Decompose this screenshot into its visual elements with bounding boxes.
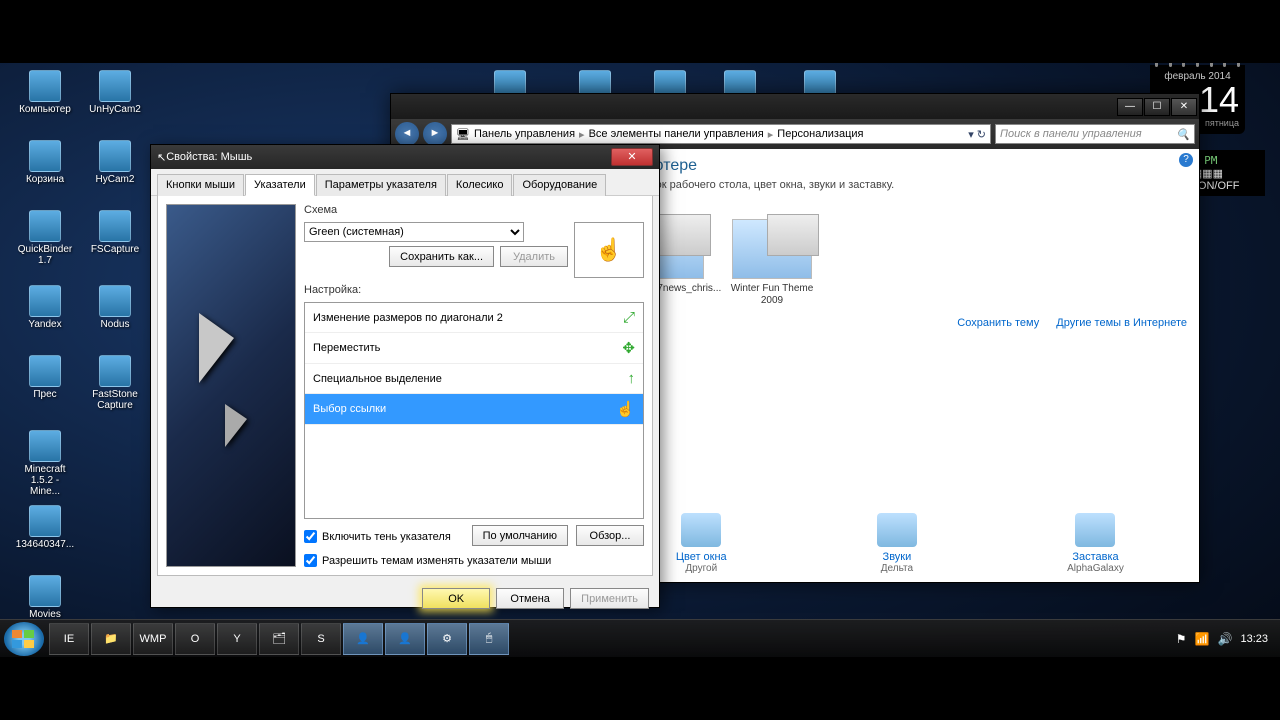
dialog-title: Свойства: Мышь	[166, 151, 252, 163]
personalization-option[interactable]: ЗаставкаAlphaGalaxy	[1067, 513, 1124, 574]
breadcrumb[interactable]: Панель управления	[474, 128, 575, 140]
desktop-icon[interactable]: Movies	[15, 575, 75, 620]
save-theme-link[interactable]: Сохранить тему	[957, 317, 1039, 329]
allow-themes-checkbox[interactable]: Разрешить темам изменять указатели мыши	[304, 554, 644, 567]
desktop-icon[interactable]: FastStone Capture	[85, 355, 145, 411]
start-button[interactable]	[4, 622, 44, 656]
volume-icon[interactable]: 🔊	[1218, 632, 1233, 646]
mouse-properties-dialog: ↖ Свойства: Мышь ✕ Кнопки мышиУказателиП…	[150, 144, 660, 608]
scheme-label: Схема	[304, 204, 644, 216]
taskbar-button[interactable]: S	[301, 623, 341, 655]
desktop: КомпьютерUnHyCam2КорзинаHyCam2QuickBinde…	[0, 0, 1280, 720]
tab[interactable]: Кнопки мыши	[157, 174, 244, 196]
close-button[interactable]: ✕	[611, 148, 653, 166]
taskbar-button[interactable]: 🖱	[469, 623, 509, 655]
taskbar: IE📁WMPOY🗂S👤👤⚙🖱 ⚑ 📶 🔊 13:23	[0, 619, 1280, 657]
hand-icon: ☝	[595, 237, 622, 263]
apply-button[interactable]: Применить	[570, 588, 649, 609]
theme-item[interactable]: Winter Fun Theme 2009	[727, 219, 817, 307]
desktop-icon[interactable]: QuickBinder 1.7	[15, 210, 75, 266]
search-input[interactable]: Поиск в панели управления🔍	[995, 124, 1195, 144]
desktop-icon[interactable]: HyCam2	[85, 140, 145, 185]
taskbar-button[interactable]: ⚙	[427, 623, 467, 655]
cursor-row[interactable]: Выбор ссылки☝	[305, 394, 643, 425]
system-tray[interactable]: ⚑ 📶 🔊 13:23	[1168, 632, 1276, 646]
breadcrumb[interactable]: Персонализация	[777, 128, 863, 140]
dialog-titlebar[interactable]: ↖ Свойства: Мышь ✕	[151, 145, 659, 169]
personalization-option[interactable]: Цвет окнаДругой	[676, 513, 727, 574]
desktop-icon[interactable]: UnHyCam2	[85, 70, 145, 115]
more-themes-link[interactable]: Другие темы в Интернете	[1056, 317, 1187, 329]
default-button[interactable]: По умолчанию	[472, 525, 568, 546]
help-icon[interactable]: ?	[1179, 153, 1193, 167]
close-button[interactable]: ✕	[1171, 98, 1197, 116]
cursor-row[interactable]: Специальное выделение↑	[305, 364, 643, 394]
tab[interactable]: Параметры указателя	[316, 174, 446, 196]
minimize-button[interactable]: —	[1117, 98, 1143, 116]
desktop-icon[interactable]: Прес	[15, 355, 75, 400]
taskbar-button[interactable]: 👤	[343, 623, 383, 655]
address-bar[interactable]: 🖥 Панель управления▸ Все элементы панели…	[451, 124, 991, 144]
taskbar-button[interactable]: IE	[49, 623, 89, 655]
taskbar-clock[interactable]: 13:23	[1240, 633, 1268, 645]
explorer-titlebar[interactable]: — ☐ ✕	[391, 94, 1199, 119]
taskbar-button[interactable]: 🗂	[259, 623, 299, 655]
forward-button[interactable]: ►	[423, 122, 447, 146]
cancel-button[interactable]: Отмена	[496, 588, 564, 609]
taskbar-button[interactable]: 👤	[385, 623, 425, 655]
tab[interactable]: Колесико	[447, 174, 513, 196]
cursor-list[interactable]: Изменение размеров по диагонали 2⤢Переме…	[304, 302, 644, 519]
desktop-icon[interactable]: Minecraft 1.5.2 - Mine...	[15, 430, 75, 497]
cursor-sample: ☝	[574, 222, 644, 278]
maximize-button[interactable]: ☐	[1144, 98, 1170, 116]
desktop-icon[interactable]: Корзина	[15, 140, 75, 185]
browse-button[interactable]: Обзор...	[576, 525, 644, 546]
desktop-icon[interactable]: Компьютер	[15, 70, 75, 115]
delete-button[interactable]: Удалить	[500, 246, 568, 267]
ok-button[interactable]: OK	[422, 588, 490, 609]
taskbar-button[interactable]: WMP	[133, 623, 173, 655]
cursor-row[interactable]: Переместить✥	[305, 333, 643, 364]
cursor-preview	[166, 204, 296, 567]
taskbar-button[interactable]: Y	[217, 623, 257, 655]
cursor-icon: ↖	[157, 151, 166, 164]
taskbar-button[interactable]: 📁	[91, 623, 131, 655]
shadow-checkbox[interactable]: Включить тень указателя	[304, 530, 451, 543]
desktop-icon[interactable]: Yandex	[15, 285, 75, 330]
network-icon[interactable]: 📶	[1195, 632, 1210, 646]
flag-icon[interactable]: ⚑	[1176, 632, 1187, 646]
scheme-select[interactable]: Green (системная)	[304, 222, 524, 242]
back-button[interactable]: ◄	[395, 122, 419, 146]
tab[interactable]: Указатели	[245, 174, 315, 196]
cursor-row[interactable]: Изменение размеров по диагонали 2⤢	[305, 303, 643, 333]
save-as-button[interactable]: Сохранить как...	[389, 246, 494, 267]
desktop-icon[interactable]: Nodus	[85, 285, 145, 330]
tab[interactable]: Оборудование	[513, 174, 606, 196]
taskbar-button[interactable]: O	[175, 623, 215, 655]
breadcrumb[interactable]: Все элементы панели управления	[589, 128, 764, 140]
personalization-option[interactable]: ЗвукиДельта	[877, 513, 917, 574]
customize-label: Настройка:	[304, 284, 644, 296]
desktop-icon[interactable]: 134640347...	[15, 505, 75, 550]
desktop-icon[interactable]: FSCapture	[85, 210, 145, 255]
